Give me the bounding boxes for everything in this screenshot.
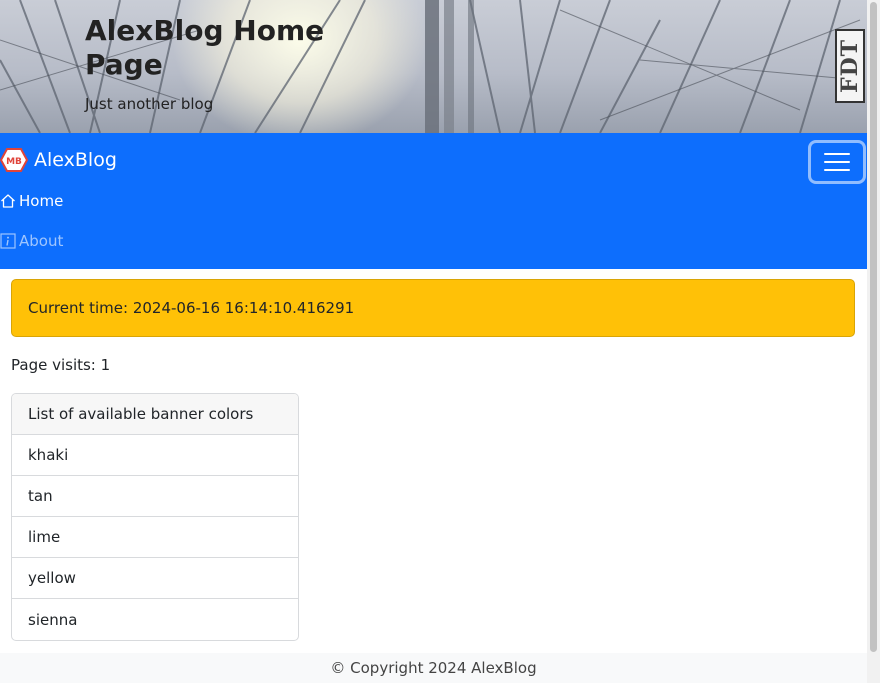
nav-link-home[interactable]: Home bbox=[0, 192, 63, 210]
nav-link-label: About bbox=[19, 232, 64, 250]
hamburger-icon-line bbox=[824, 161, 850, 163]
list-header: List of available banner colors bbox=[12, 394, 298, 435]
vertical-scrollbar[interactable] bbox=[867, 0, 880, 683]
list-item: yellow bbox=[12, 558, 298, 599]
current-time-alert: Current time: 2024-06-16 16:14:10.416291 bbox=[11, 279, 855, 337]
house-icon bbox=[1, 194, 15, 208]
nav-link-label: Home bbox=[19, 192, 64, 210]
fdt-badge[interactable]: FDT bbox=[835, 29, 865, 103]
page-subtitle: Just another blog bbox=[85, 95, 214, 113]
footer: © Copyright 2024 AlexBlog bbox=[0, 653, 867, 683]
brand-logo-text: MB bbox=[6, 157, 22, 167]
page-visits-text: Page visits: 1 bbox=[11, 356, 111, 374]
scrollbar-thumb[interactable] bbox=[870, 2, 877, 652]
hamburger-icon-line bbox=[824, 153, 850, 155]
navbar-toggler-button[interactable] bbox=[808, 140, 866, 184]
fdt-badge-label: FDT bbox=[837, 38, 864, 94]
info-icon bbox=[0, 233, 16, 249]
hero-banner: AlexBlog Home Page Just another blog FDT bbox=[0, 0, 867, 133]
page-title: AlexBlog Home Page bbox=[85, 14, 325, 81]
hamburger-icon-line bbox=[824, 169, 850, 171]
copyright-text: © Copyright 2024 AlexBlog bbox=[330, 659, 537, 677]
current-time-text: Current time: 2024-06-16 16:14:10.416291 bbox=[28, 299, 355, 317]
navbar-brand[interactable]: MB AlexBlog bbox=[0, 148, 117, 172]
banner-colors-list: List of available banner colors khaki ta… bbox=[11, 393, 299, 641]
list-item: khaki bbox=[12, 435, 298, 476]
brand-name: AlexBlog bbox=[34, 149, 117, 171]
navbar: MB AlexBlog Home About bbox=[0, 133, 867, 269]
list-item: tan bbox=[12, 476, 298, 517]
brand-logo-icon: MB bbox=[0, 148, 28, 172]
list-item: sienna bbox=[28, 610, 78, 629]
list-item: lime bbox=[12, 517, 298, 558]
nav-link-about[interactable]: About bbox=[0, 232, 63, 250]
